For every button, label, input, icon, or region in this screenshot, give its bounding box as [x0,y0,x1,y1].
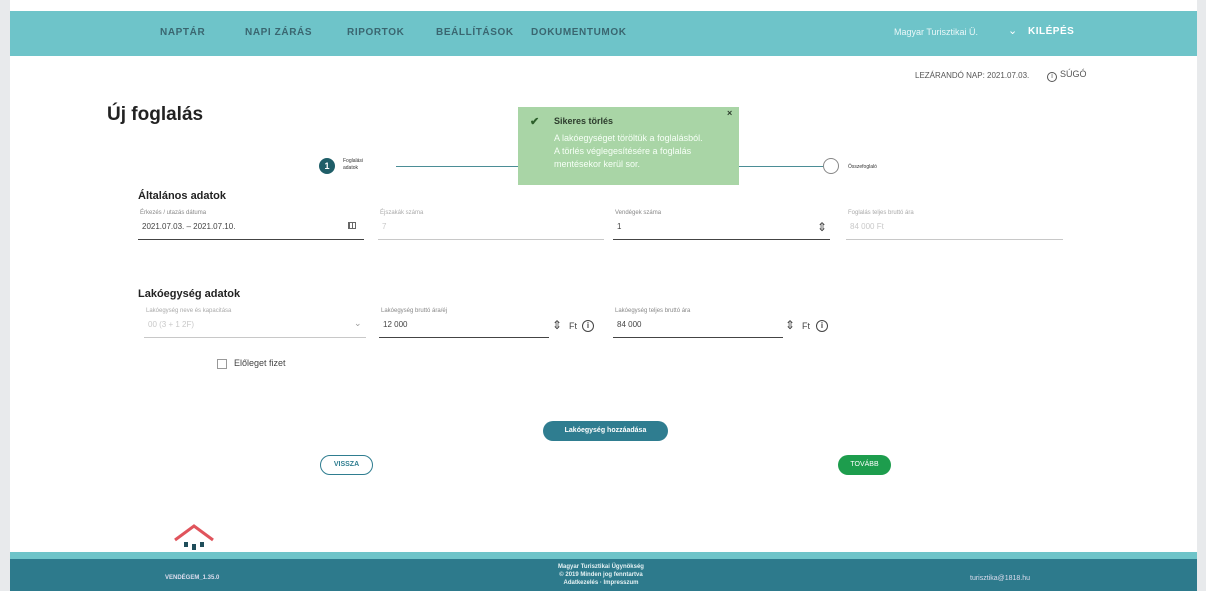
unit-full-price-info-icon[interactable]: i [816,320,828,332]
advance-payment-checkbox[interactable] [217,359,227,369]
unit-full-price-currency: Ft [802,321,810,331]
nights-label: Éjszakák száma [380,210,424,216]
step-1-label-line2: adatok [343,165,359,171]
unit-full-price-stepper-icon[interactable]: ⇕ [785,319,795,331]
unit-price-field[interactable]: Lakóegység bruttó ára/éj 12 000 ⇕ [379,308,562,338]
unit-price-stepper-icon[interactable]: ⇕ [552,319,562,331]
unit-price-currency: Ft [569,321,577,331]
unit-full-price-label: Lakóegység teljes bruttó ára [615,308,691,314]
nights-value: 7 [382,222,387,231]
step-1-label: Foglalási adatok [343,158,363,172]
close-icon[interactable]: × [727,108,732,118]
stepper-line-left [396,166,518,167]
nights-field: Éjszakák száma 7 [378,210,604,240]
next-button[interactable]: TOVÁBB [838,455,891,475]
advance-payment-label[interactable]: Előleget fizet [234,358,286,368]
contact-email-link[interactable]: turisztika@1818.hu [970,575,1030,582]
back-button[interactable]: VISSZA [320,455,373,475]
total-price-value: 84 000 Ft [850,222,884,231]
unit-full-price-value: 84 000 [617,320,642,329]
help-label: SÚGÓ [1060,69,1087,79]
check-icon: ✔ [530,116,540,128]
footer-org: Magyar Turisztikai Ügynökség [558,564,644,570]
unit-price-value: 12 000 [383,320,408,329]
footer-rights: © 2019 Minden jog fenntartva [559,572,643,578]
user-name[interactable]: Magyar Turisztikai Ü. [894,27,978,37]
step-2-label: Összefoglaló [848,164,877,170]
unit-full-price-field[interactable]: Lakóegység teljes bruttó ára 84 000 ⇕ [613,308,795,338]
unit-name-select: Lakóegység neve és kapacitása 00 (3 + 1 … [144,308,366,338]
calendar-icon[interactable] [348,222,356,229]
logout-link[interactable]: KILÉPÉS [1028,26,1074,37]
total-price-label: Foglalás teljes bruttó ára [848,210,914,216]
unit-price-label: Lakóegység bruttó ára/éj [381,308,448,314]
nav-daily-closing[interactable]: NAPI ZÁRÁS [245,27,312,38]
guests-field[interactable]: Vendégek száma 1 ⇕ [613,210,830,240]
closing-date: LEZÁRANDÓ NAP: 2021.07.03. [915,71,1030,80]
toast-message: A lakóegységet töröltük a foglalásból. A… [554,132,734,171]
success-toast: ✔ Sikeres törlés × A lakóegységet törölt… [518,107,739,185]
guests-label: Vendégek száma [615,210,662,216]
toast-message-line1: A lakóegységet töröltük a foglalásból. [554,133,703,143]
stay-dates-value: 2021.07.03. – 2021.07.10. [142,222,236,231]
footer-copyright: Magyar Turisztikai Ügynökség © 2019 Mind… [531,563,671,587]
unit-section-title: Lakóegység adatok [138,288,241,300]
step-2-indicator[interactable] [823,158,839,174]
toast-message-line2: A törlés véglegesítésére a foglalás ment… [554,146,692,169]
nav-reports[interactable]: RIPORTOK [347,27,404,38]
nav-documents[interactable]: DOKUMENTUMOK [531,27,627,38]
general-section-title: Általános adatok [138,190,227,202]
unit-name-value: 00 (3 + 1 2F) [148,320,195,329]
step-1-label-line1: Foglalási [343,158,364,164]
chevron-down-icon: ⌄ [354,318,362,328]
unit-name-label: Lakóegység neve és kapacitása [146,308,232,314]
stay-dates-field[interactable]: Érkezés / utazás dátuma 2021.07.03. – 20… [138,210,364,240]
unit-price-info-icon[interactable]: i [582,320,594,332]
footer-links[interactable]: Adatkezelés · Impresszum [531,579,671,587]
guests-value: 1 [617,222,622,231]
app-version: VENDÉGEM_1.35.0 [165,575,220,581]
toast-title: Sikeres törlés [554,116,614,126]
add-unit-button[interactable]: Lakóegység hozzáadása [543,421,668,441]
chevron-down-icon[interactable]: ⌄ [1008,24,1017,37]
help-link[interactable]: i SÚGÓ [1047,69,1087,82]
stepper-line-right [739,166,823,167]
page-title: Új foglalás [107,104,204,125]
total-price-field: Foglalás teljes bruttó ára 84 000 Ft [846,210,1063,240]
nav-calendar[interactable]: NAPTÁR [160,27,205,38]
info-icon: i [1047,72,1057,82]
stay-dates-label: Érkezés / utazás dátuma [140,210,207,216]
step-1-indicator[interactable]: 1 [319,158,335,174]
guests-stepper-icon[interactable]: ⇕ [817,221,827,233]
house-logo-icon [174,524,214,550]
page: NAPTÁR NAPI ZÁRÁS RIPORTOK BEÁLLÍTÁSOK D… [10,0,1197,591]
nav-settings[interactable]: BEÁLLÍTÁSOK [436,27,514,38]
